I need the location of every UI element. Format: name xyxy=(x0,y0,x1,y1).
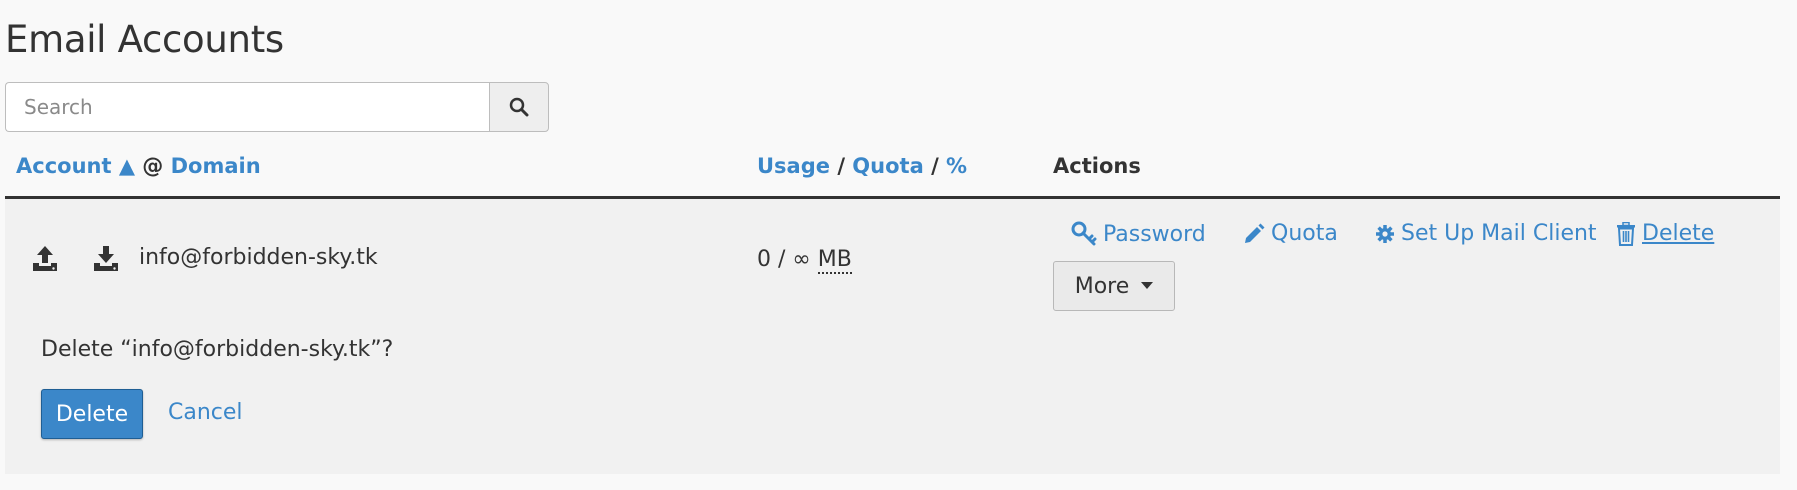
search-icon xyxy=(509,97,529,117)
page-title: Email Accounts xyxy=(5,18,284,61)
cancel-delete-link[interactable]: Cancel xyxy=(168,400,243,425)
sort-account-link[interactable]: Account ▲ xyxy=(16,154,135,178)
header-separator: / xyxy=(837,154,845,178)
table-header: Account ▲ @ Domain Usage / Quota / % Act… xyxy=(5,152,1780,199)
at-symbol: @ xyxy=(142,154,164,178)
usage-quota-header: Usage / Quota / % xyxy=(757,154,967,178)
password-link[interactable]: Password xyxy=(1071,221,1206,247)
download-icon xyxy=(94,246,118,271)
delete-confirmation-message: Delete “info@forbidden-sky.tk”? xyxy=(41,337,394,362)
confirm-delete-button[interactable]: Delete xyxy=(41,389,143,439)
unit-abbr: MB xyxy=(817,247,852,274)
more-button[interactable]: More xyxy=(1053,261,1175,311)
sort-quota-link[interactable]: Quota xyxy=(852,154,923,178)
setup-mail-client-link[interactable]: Set Up Mail Client xyxy=(1375,221,1597,246)
search-input[interactable] xyxy=(5,82,489,132)
account-email: info@forbidden-sky.tk xyxy=(139,245,378,270)
delete-link[interactable]: Delete xyxy=(1616,221,1714,246)
sort-percent-link[interactable]: % xyxy=(946,154,967,178)
download-button[interactable] xyxy=(89,241,123,275)
upload-button[interactable] xyxy=(28,241,62,275)
key-icon xyxy=(1071,221,1097,246)
table-row: info@forbidden-sky.tk 0 / ∞ MB Password … xyxy=(5,199,1780,474)
account-domain-header: Account ▲ @ Domain xyxy=(16,154,261,178)
actions-header: Actions xyxy=(1053,154,1141,178)
search-group xyxy=(5,82,549,132)
upload-icon xyxy=(33,246,57,271)
pencil-icon xyxy=(1245,223,1265,243)
usage-quota-value: 0 / ∞ MB xyxy=(757,247,852,274)
quota-link[interactable]: Quota xyxy=(1243,221,1338,246)
sort-ascending-indicator: ▲ xyxy=(118,154,135,178)
search-button[interactable] xyxy=(489,82,549,132)
header-separator: / xyxy=(931,154,939,178)
caret-down-icon xyxy=(1141,282,1154,289)
trash-icon xyxy=(1617,221,1635,246)
sort-domain-link[interactable]: Domain xyxy=(171,154,261,178)
sort-usage-link[interactable]: Usage xyxy=(757,154,830,178)
gear-icon xyxy=(1376,224,1394,243)
